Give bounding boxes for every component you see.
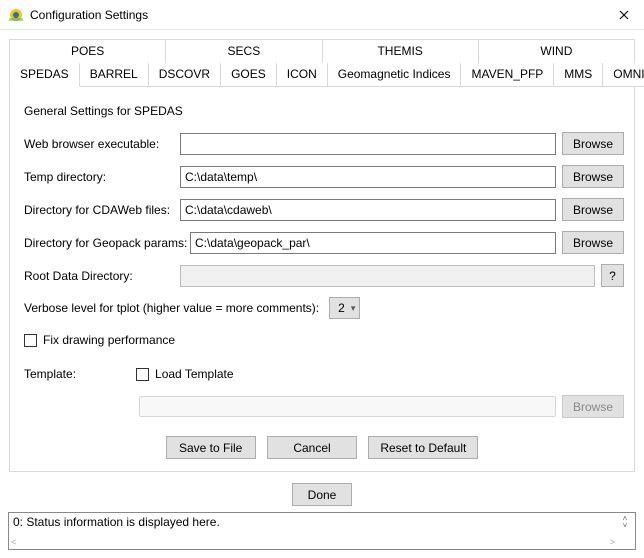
- tab-dscovr[interactable]: DSCOVR: [149, 63, 221, 87]
- spinner-down-icon: ˅: [623, 522, 628, 529]
- scroll-left-icon: <: [11, 537, 16, 547]
- temp-dir-input[interactable]: [180, 166, 556, 188]
- template-browse-button: Browse: [562, 395, 624, 418]
- web-browser-label: Web browser executable:: [20, 137, 180, 151]
- geopack-dir-input[interactable]: [190, 232, 556, 254]
- save-to-file-button[interactable]: Save to File: [166, 436, 256, 459]
- verbose-label: Verbose level for tplot (higher value = …: [24, 301, 319, 315]
- chevron-down-icon: ▾: [351, 303, 356, 314]
- root-dir-help-button[interactable]: ?: [601, 264, 624, 287]
- checkbox-box-icon: [24, 334, 37, 347]
- close-button[interactable]: [604, 0, 644, 30]
- load-template-label: Load Template: [155, 367, 234, 381]
- template-label: Template:: [24, 367, 76, 381]
- root-dir-input: [180, 265, 595, 287]
- geopack-dir-browse-button[interactable]: Browse: [562, 231, 624, 254]
- cdaweb-dir-browse-button[interactable]: Browse: [562, 198, 624, 221]
- fix-drawing-checkbox[interactable]: Fix drawing performance: [24, 333, 175, 347]
- scroll-right-icon: >: [610, 537, 615, 547]
- verbose-select[interactable]: 2 ▾: [329, 297, 360, 319]
- tab-omni[interactable]: OMNI: [603, 63, 644, 87]
- root-dir-label: Root Data Directory:: [20, 269, 180, 283]
- web-browser-browse-button[interactable]: Browse: [562, 132, 624, 155]
- tabs-container: POES SECS THEMIS WIND SPEDAS BARREL DSCO…: [8, 38, 636, 473]
- tab-secs[interactable]: SECS: [166, 39, 322, 63]
- geopack-dir-label: Directory for Geopack params:: [20, 236, 190, 250]
- reset-to-default-button[interactable]: Reset to Default: [368, 436, 478, 459]
- tab-spedas[interactable]: SPEDAS: [9, 63, 80, 87]
- app-icon: [8, 7, 24, 23]
- window-title: Configuration Settings: [30, 8, 604, 22]
- tab-poes[interactable]: POES: [9, 39, 166, 63]
- tab-maven-pfp[interactable]: MAVEN_PFP: [461, 63, 554, 87]
- fix-drawing-label: Fix drawing performance: [43, 333, 175, 347]
- done-button[interactable]: Done: [292, 483, 352, 506]
- cdaweb-dir-label: Directory for CDAWeb files:: [20, 203, 180, 217]
- cdaweb-dir-input[interactable]: [180, 199, 556, 221]
- status-scrollbar[interactable]: < >: [11, 537, 615, 547]
- tab-mms[interactable]: MMS: [554, 63, 603, 87]
- tab-panel-spedas: General Settings for SPEDAS Web browser …: [9, 86, 635, 472]
- verbose-value: 2: [338, 301, 345, 315]
- panel-heading: General Settings for SPEDAS: [24, 104, 624, 118]
- tab-barrel[interactable]: BARREL: [80, 63, 149, 87]
- status-spinner[interactable]: ˄ ˅: [617, 515, 633, 529]
- temp-dir-label: Temp directory:: [20, 170, 180, 184]
- checkbox-box-icon: [136, 368, 149, 381]
- temp-dir-browse-button[interactable]: Browse: [562, 165, 624, 188]
- status-box: 0: Status information is displayed here.…: [8, 512, 636, 550]
- tab-row-2: SPEDAS BARREL DSCOVR GOES ICON Geomagnet…: [9, 63, 635, 87]
- cancel-button[interactable]: Cancel: [267, 436, 357, 459]
- web-browser-input[interactable]: [180, 133, 556, 155]
- tab-goes[interactable]: GOES: [221, 63, 277, 87]
- status-text: 0: Status information is displayed here.: [9, 513, 635, 531]
- tab-themis[interactable]: THEMIS: [323, 39, 479, 63]
- tab-icon[interactable]: ICON: [277, 63, 328, 87]
- tab-row-1: POES SECS THEMIS WIND: [9, 39, 635, 63]
- tab-geomagnetic-indices[interactable]: Geomagnetic Indices: [328, 63, 462, 87]
- load-template-checkbox[interactable]: Load Template: [136, 367, 234, 381]
- template-path-input: [139, 396, 556, 417]
- titlebar: Configuration Settings: [0, 0, 644, 30]
- tab-wind[interactable]: WIND: [479, 39, 635, 63]
